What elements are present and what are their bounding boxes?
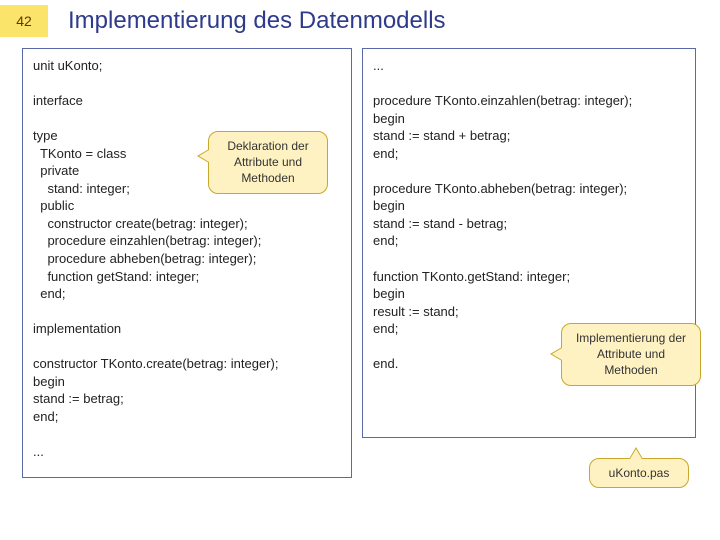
right-code-panel: ... procedure TKonto.einzahlen(betrag: i… xyxy=(362,48,696,438)
code-line: ... xyxy=(373,57,685,75)
code-line: end; xyxy=(373,145,685,163)
filename-callout: uKonto.pas xyxy=(589,458,689,488)
code-line: begin xyxy=(373,285,685,303)
code-line: unit uKonto; xyxy=(33,57,341,75)
left-code-panel: unit uKonto; interface type TKonto = cla… xyxy=(22,48,352,478)
code-line: procedure einzahlen(betrag: integer); xyxy=(33,232,341,250)
code-line: function TKonto.getStand: integer; xyxy=(373,268,685,286)
code-line: constructor TKonto.create(betrag: intege… xyxy=(33,355,341,373)
code-line xyxy=(373,162,685,180)
code-line: public xyxy=(33,197,341,215)
code-line: stand := stand + betrag; xyxy=(373,127,685,145)
code-line: begin xyxy=(33,373,341,391)
slide-title: Implementierung des Datenmodells xyxy=(68,7,446,35)
code-line xyxy=(33,425,341,443)
code-line xyxy=(373,75,685,93)
code-line: begin xyxy=(373,197,685,215)
code-line xyxy=(33,110,341,128)
code-columns: unit uKonto; interface type TKonto = cla… xyxy=(0,42,720,478)
code-line: result := stand; xyxy=(373,303,685,321)
code-line: procedure TKonto.einzahlen(betrag: integ… xyxy=(373,92,685,110)
code-line: stand := stand - betrag; xyxy=(373,215,685,233)
code-line: stand := betrag; xyxy=(33,390,341,408)
code-line xyxy=(373,250,685,268)
code-line xyxy=(33,338,341,356)
code-line: implementation xyxy=(33,320,341,338)
code-line: ... xyxy=(33,443,341,461)
code-line: end; xyxy=(33,408,341,426)
code-line: function getStand: integer; xyxy=(33,268,341,286)
slide-number-badge: 42 xyxy=(0,5,48,37)
code-line xyxy=(33,75,341,93)
code-line: procedure TKonto.abheben(betrag: integer… xyxy=(373,180,685,198)
code-line: interface xyxy=(33,92,341,110)
slide-header: 42 Implementierung des Datenmodells xyxy=(0,0,720,42)
declaration-callout: Deklaration der Attribute und Methoden xyxy=(208,131,328,194)
implementation-callout: Implementierung der Attribute und Method… xyxy=(561,323,701,386)
code-line: constructor create(betrag: integer); xyxy=(33,215,341,233)
code-line: end; xyxy=(33,285,341,303)
code-line: end; xyxy=(373,232,685,250)
code-line: procedure abheben(betrag: integer); xyxy=(33,250,341,268)
code-line xyxy=(33,303,341,321)
code-line: begin xyxy=(373,110,685,128)
